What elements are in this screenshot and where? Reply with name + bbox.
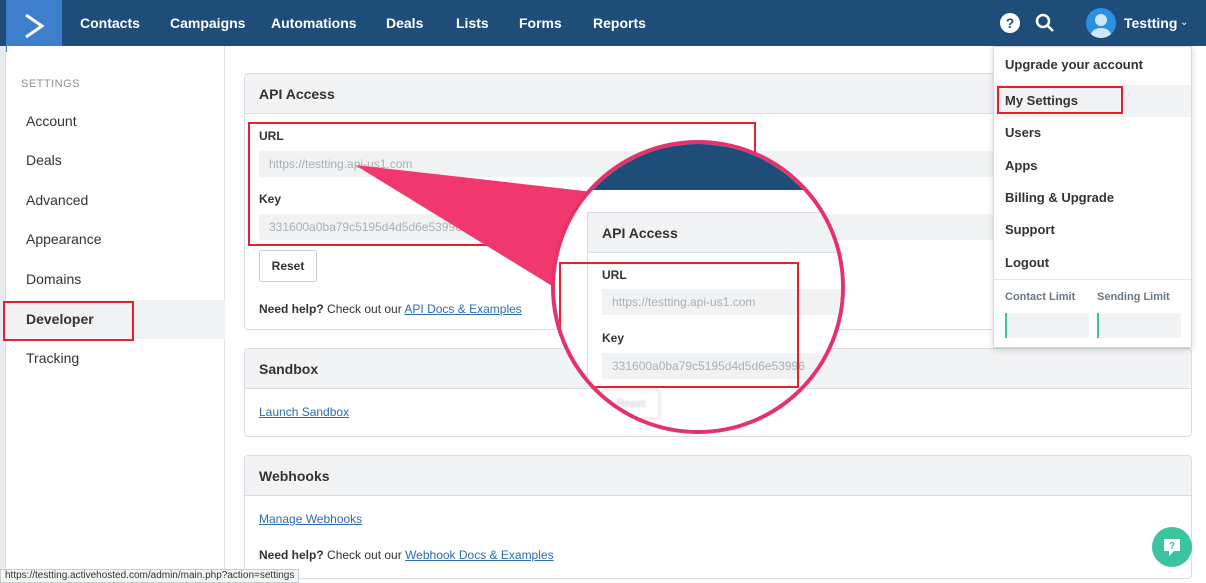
launch-sandbox-link[interactable]: Launch Sandbox <box>259 405 349 419</box>
webhooks-panel: Webhooks Manage Webhooks Need help? Chec… <box>244 455 1192 579</box>
url-label: URL <box>259 129 284 143</box>
webhooks-help-text: Check out our <box>323 548 406 562</box>
reset-button[interactable]: Reset <box>259 250 317 282</box>
help-icon[interactable]: ? <box>1000 13 1020 33</box>
sending-limit-label: Sending Limit <box>1097 291 1170 303</box>
menu-logout[interactable]: Logout <box>994 247 1191 279</box>
browser-status-bar: https://testting.activehosted.com/admin/… <box>0 569 300 583</box>
menu-apps[interactable]: Apps <box>994 150 1191 182</box>
menu-upgrade-account[interactable]: Upgrade your account <box>994 49 1191 81</box>
sandbox-link-line: Launch Sandbox <box>259 405 349 419</box>
api-help-text: Check out our <box>323 302 405 316</box>
sidebar-item-tracking[interactable]: Tracking <box>7 339 225 378</box>
svg-text:?: ? <box>1169 541 1175 552</box>
menu-support[interactable]: Support <box>994 214 1191 246</box>
contact-limit-bar <box>1005 313 1089 338</box>
nav-campaigns[interactable]: Campaigns <box>170 0 245 46</box>
api-help-prefix: Need help? <box>259 302 324 316</box>
menu-billing-upgrade[interactable]: Billing & Upgrade <box>994 182 1191 214</box>
search-icon[interactable] <box>1034 12 1056 34</box>
nav-forms[interactable]: Forms <box>519 0 562 46</box>
manage-webhooks-link[interactable]: Manage Webhooks <box>259 512 362 526</box>
api-help-line: Need help? Check out our API Docs & Exam… <box>259 302 522 316</box>
top-navigation-bar: Contacts Campaigns Automations Deals Lis… <box>0 0 1206 52</box>
menu-divider <box>994 279 1191 280</box>
sidebar-item-appearance[interactable]: Appearance <box>7 220 225 259</box>
window-left-edge <box>0 46 6 583</box>
sidebar-heading: SETTINGS <box>21 78 81 90</box>
chat-help-icon: ? <box>1164 539 1180 556</box>
user-silhouette-icon <box>1091 14 1111 38</box>
magnifier-annotation-box <box>559 262 799 388</box>
magnifier-nav-bar <box>555 144 841 190</box>
api-docs-link[interactable]: API Docs & Examples <box>404 302 521 316</box>
menu-my-settings[interactable]: My Settings <box>994 85 1191 117</box>
webhooks-title: Webhooks <box>245 456 1191 496</box>
nav-automations[interactable]: Automations <box>271 0 357 46</box>
magnifier-api-title: API Access <box>588 213 841 253</box>
sidebar-item-advanced[interactable]: Advanced <box>7 181 225 220</box>
contact-limit-label: Contact Limit <box>1005 291 1076 303</box>
logo-chevron-icon <box>25 13 45 39</box>
magnifier-reset-button: Reset <box>602 389 660 419</box>
user-dropdown-menu: Upgrade your account My Settings Users A… <box>993 46 1192 348</box>
sidebar-item-domains[interactable]: Domains <box>7 260 225 299</box>
sidebar-item-deals[interactable]: Deals <box>7 141 225 180</box>
user-avatar[interactable] <box>1086 8 1116 38</box>
menu-users[interactable]: Users <box>994 117 1191 149</box>
chat-widget-button[interactable]: ? <box>1152 527 1192 567</box>
webhooks-link-line: Manage Webhooks <box>259 512 362 526</box>
webhooks-help-prefix: Need help? <box>259 548 324 562</box>
nav-lists[interactable]: Lists <box>456 0 489 46</box>
sidebar-item-account[interactable]: Account <box>7 102 225 141</box>
nav-reports[interactable]: Reports <box>593 0 646 46</box>
zoom-magnifier: API Access URL https://testting.api-us1.… <box>551 140 845 434</box>
user-menu-name[interactable]: Testting <box>1124 0 1177 46</box>
key-label: Key <box>259 192 282 206</box>
webhooks-help-line: Need help? Check out our Webhook Docs & … <box>259 548 554 562</box>
nav-contacts[interactable]: Contacts <box>80 0 140 46</box>
settings-sidebar: SETTINGS Account Deals Advanced Appearan… <box>7 46 225 583</box>
nav-deals[interactable]: Deals <box>386 0 423 46</box>
activecampaign-logo[interactable] <box>6 0 62 52</box>
chevron-down-icon[interactable]: ⌄ <box>1180 17 1188 28</box>
webhook-docs-link[interactable]: Webhook Docs & Examples <box>405 548 554 562</box>
sending-limit-bar <box>1097 313 1181 338</box>
sidebar-item-developer[interactable]: Developer <box>7 300 225 339</box>
